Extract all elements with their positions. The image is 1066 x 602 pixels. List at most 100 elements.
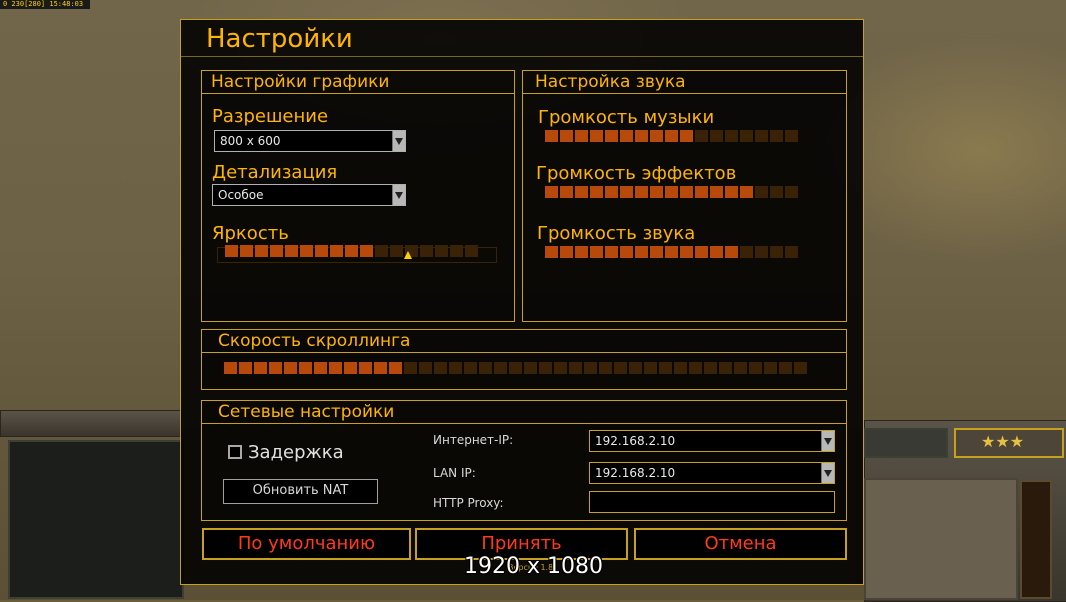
slider-segment[interactable] bbox=[359, 362, 372, 374]
chevron-down-icon[interactable] bbox=[392, 131, 405, 151]
slider-segment[interactable] bbox=[650, 186, 663, 198]
slider-segment[interactable] bbox=[605, 186, 618, 198]
refresh-nat-button[interactable]: Обновить NAT bbox=[223, 479, 378, 504]
slider-segment[interactable] bbox=[225, 245, 238, 257]
slider-segment[interactable] bbox=[300, 245, 313, 257]
slider-segment[interactable] bbox=[794, 362, 807, 374]
slider-thumb-icon[interactable] bbox=[404, 251, 412, 259]
slider-segment[interactable] bbox=[605, 246, 618, 258]
slider-segment[interactable] bbox=[665, 130, 678, 142]
slider-segment[interactable] bbox=[404, 362, 417, 374]
slider-segment[interactable] bbox=[524, 362, 537, 374]
slider-segment[interactable] bbox=[695, 246, 708, 258]
chevron-down-icon[interactable] bbox=[821, 463, 834, 483]
slider-segment[interactable] bbox=[635, 246, 648, 258]
cancel-button[interactable]: Отмена bbox=[634, 528, 847, 560]
lan-ip-dropdown[interactable]: 192.168.2.10 bbox=[589, 462, 835, 484]
slider-segment[interactable] bbox=[269, 362, 282, 374]
slider-segment[interactable] bbox=[575, 130, 588, 142]
slider-segment[interactable] bbox=[704, 362, 717, 374]
slider-segment[interactable] bbox=[650, 130, 663, 142]
slider-segment[interactable] bbox=[770, 186, 783, 198]
slider-segment[interactable] bbox=[539, 362, 552, 374]
slider-segment[interactable] bbox=[779, 362, 792, 374]
slider-segment[interactable] bbox=[314, 362, 327, 374]
slider-segment[interactable] bbox=[710, 186, 723, 198]
resolution-dropdown[interactable]: 800 x 600 bbox=[214, 130, 406, 152]
slider-segment[interactable] bbox=[569, 362, 582, 374]
slider-segment[interactable] bbox=[545, 186, 558, 198]
slider-segment[interactable] bbox=[330, 245, 343, 257]
http-proxy-input[interactable] bbox=[589, 491, 835, 513]
slider-segment[interactable] bbox=[680, 246, 693, 258]
slider-segment[interactable] bbox=[434, 362, 447, 374]
slider-segment[interactable] bbox=[770, 130, 783, 142]
effects-volume-slider[interactable] bbox=[545, 186, 798, 198]
slider-segment[interactable] bbox=[734, 362, 747, 374]
slider-segment[interactable] bbox=[239, 362, 252, 374]
slider-segment[interactable] bbox=[785, 246, 798, 258]
slider-segment[interactable] bbox=[450, 245, 463, 257]
slider-segment[interactable] bbox=[620, 246, 633, 258]
slider-segment[interactable] bbox=[659, 362, 672, 374]
slider-segment[interactable] bbox=[344, 362, 357, 374]
slider-segment[interactable] bbox=[680, 130, 693, 142]
slider-segment[interactable] bbox=[755, 130, 768, 142]
slider-segment[interactable] bbox=[285, 245, 298, 257]
slider-segment[interactable] bbox=[575, 246, 588, 258]
slider-segment[interactable] bbox=[584, 362, 597, 374]
slider-segment[interactable] bbox=[740, 186, 753, 198]
slider-segment[interactable] bbox=[254, 362, 267, 374]
slider-segment[interactable] bbox=[650, 246, 663, 258]
slider-segment[interactable] bbox=[374, 362, 387, 374]
slider-segment[interactable] bbox=[554, 362, 567, 374]
slider-segment[interactable] bbox=[560, 130, 573, 142]
defaults-button[interactable]: По умолчанию bbox=[202, 528, 411, 560]
chevron-down-icon[interactable] bbox=[392, 185, 405, 205]
slider-segment[interactable] bbox=[764, 362, 777, 374]
slider-segment[interactable] bbox=[545, 130, 558, 142]
slider-segment[interactable] bbox=[590, 130, 603, 142]
slider-segment[interactable] bbox=[419, 362, 432, 374]
voice-volume-slider[interactable] bbox=[545, 246, 798, 258]
slider-segment[interactable] bbox=[560, 186, 573, 198]
slider-segment[interactable] bbox=[749, 362, 762, 374]
slider-segment[interactable] bbox=[420, 245, 433, 257]
slider-segment[interactable] bbox=[345, 245, 358, 257]
slider-segment[interactable] bbox=[224, 362, 237, 374]
slider-segment[interactable] bbox=[240, 245, 253, 257]
slider-segment[interactable] bbox=[270, 245, 283, 257]
slider-segment[interactable] bbox=[614, 362, 627, 374]
slider-segment[interactable] bbox=[635, 186, 648, 198]
slider-segment[interactable] bbox=[674, 362, 687, 374]
slider-segment[interactable] bbox=[770, 246, 783, 258]
slider-segment[interactable] bbox=[329, 362, 342, 374]
slider-segment[interactable] bbox=[620, 186, 633, 198]
slider-segment[interactable] bbox=[725, 186, 738, 198]
slider-segment[interactable] bbox=[719, 362, 732, 374]
slider-segment[interactable] bbox=[635, 130, 648, 142]
slider-segment[interactable] bbox=[695, 130, 708, 142]
slider-segment[interactable] bbox=[509, 362, 522, 374]
scroll-speed-slider[interactable] bbox=[224, 362, 807, 374]
slider-segment[interactable] bbox=[605, 130, 618, 142]
slider-segment[interactable] bbox=[680, 186, 693, 198]
slider-segment[interactable] bbox=[575, 186, 588, 198]
slider-segment[interactable] bbox=[644, 362, 657, 374]
slider-segment[interactable] bbox=[545, 246, 558, 258]
slider-segment[interactable] bbox=[740, 246, 753, 258]
slider-segment[interactable] bbox=[315, 245, 328, 257]
slider-segment[interactable] bbox=[695, 186, 708, 198]
slider-segment[interactable] bbox=[389, 362, 402, 374]
slider-segment[interactable] bbox=[755, 186, 768, 198]
slider-segment[interactable] bbox=[755, 246, 768, 258]
slider-segment[interactable] bbox=[785, 186, 798, 198]
slider-segment[interactable] bbox=[464, 362, 477, 374]
slider-segment[interactable] bbox=[590, 186, 603, 198]
slider-segment[interactable] bbox=[255, 245, 268, 257]
slider-segment[interactable] bbox=[710, 246, 723, 258]
slider-segment[interactable] bbox=[375, 245, 388, 257]
slider-segment[interactable] bbox=[435, 245, 448, 257]
slider-segment[interactable] bbox=[785, 130, 798, 142]
slider-segment[interactable] bbox=[599, 362, 612, 374]
